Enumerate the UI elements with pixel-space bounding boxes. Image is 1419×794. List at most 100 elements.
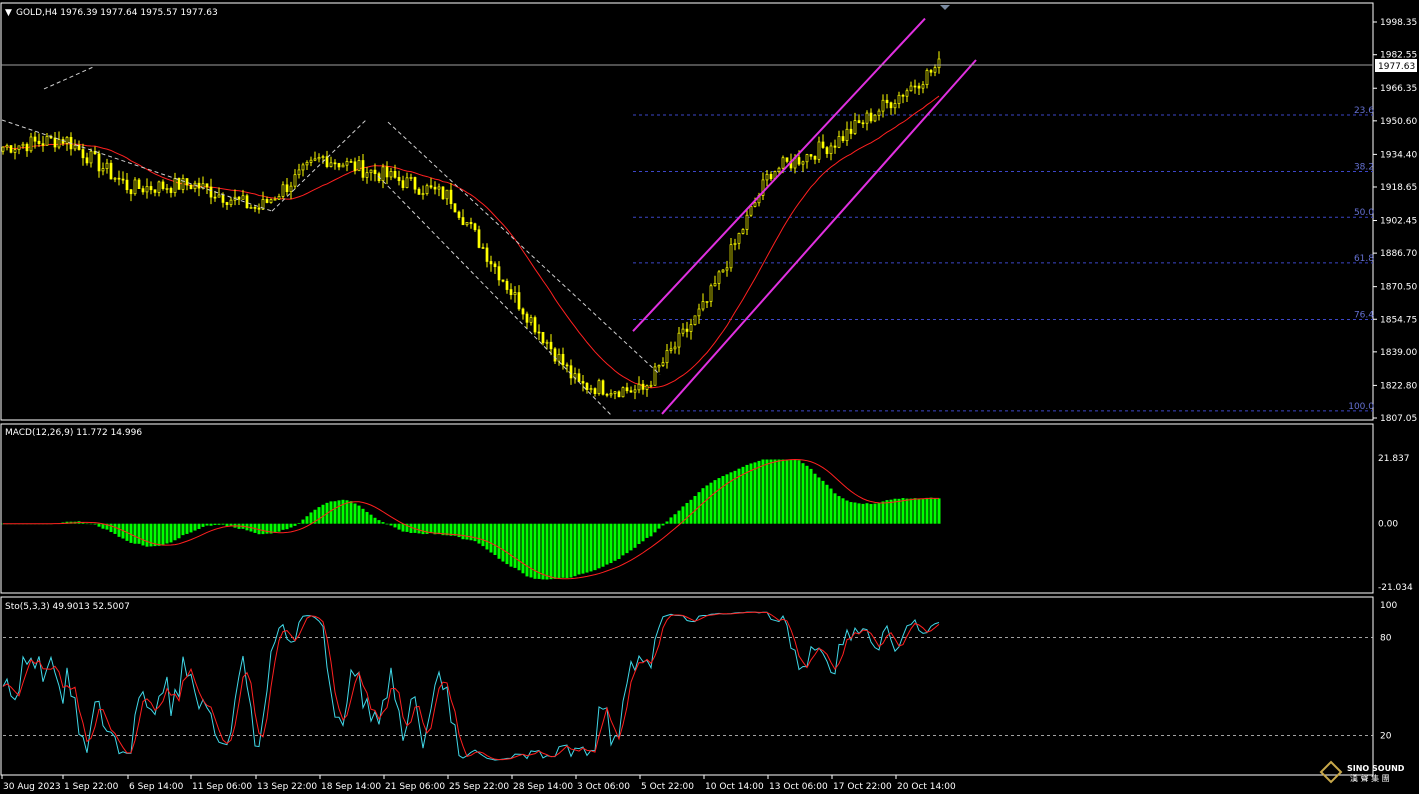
y-tick-label: 1839.00 (1380, 348, 1417, 358)
macd-bar (353, 503, 357, 524)
candle-body (369, 169, 373, 174)
candle-body (481, 247, 485, 249)
macd-bar (641, 523, 645, 542)
macd-bar (785, 459, 789, 524)
collapse-arrow-icon[interactable]: ▼ (5, 8, 12, 18)
macd-bar (493, 523, 497, 555)
macd-bar (877, 502, 881, 524)
candle-body (177, 177, 181, 190)
candle-body (581, 381, 585, 384)
candle-body (17, 145, 21, 151)
candle-body (361, 160, 365, 178)
macd-bar (289, 523, 293, 528)
sto-y-tick-label: 80 (1380, 634, 1392, 644)
macd-bar (601, 523, 605, 567)
candle-body (713, 283, 717, 287)
candle-body (285, 184, 289, 193)
macd-bar (437, 523, 441, 535)
macd-bar (801, 463, 805, 524)
candle-body (897, 94, 901, 104)
macd-bar (93, 523, 97, 525)
macd-bar (585, 523, 589, 573)
macd-bar (913, 498, 917, 524)
x-tick-label: 10 Oct 14:00 (705, 782, 764, 792)
macd-bar (669, 517, 673, 524)
candle-body (565, 364, 569, 367)
macd-bar (225, 523, 229, 527)
macd-bar (305, 516, 309, 524)
candle-body (901, 94, 905, 97)
candle-body (301, 164, 305, 171)
y-tick-label: 1886.70 (1380, 249, 1417, 259)
candle-body (409, 177, 413, 179)
macd-bar (745, 464, 749, 524)
macd-bar (469, 523, 473, 541)
macd-bar (857, 503, 861, 524)
candle-body (621, 387, 625, 398)
macd-histogram (1, 459, 941, 580)
candle-body (245, 195, 249, 209)
candle-body (333, 162, 337, 165)
candle-body (589, 388, 593, 391)
candle-body (577, 373, 581, 382)
macd-bar (165, 523, 169, 544)
x-tick-label: 11 Sep 06:00 (192, 782, 252, 792)
macd-bar (553, 523, 557, 579)
macd-bar (521, 523, 525, 574)
candle-body (13, 149, 17, 153)
candle-body (925, 70, 929, 86)
macd-bar (861, 503, 865, 524)
candle-body (173, 177, 177, 193)
fib-level-label: 50.0 (1354, 208, 1374, 218)
candle-body (193, 182, 197, 190)
candle-body (837, 136, 841, 148)
macd-bar (809, 468, 813, 524)
candle-body (593, 388, 597, 394)
macd-bar (765, 459, 769, 524)
candle-body (537, 331, 541, 334)
current-price-label: 1977.63 (1378, 62, 1415, 72)
macd-bar (145, 523, 149, 547)
candle-body (205, 183, 209, 188)
candle-body (41, 143, 45, 146)
chart-canvas: 23.638.250.061.876.4100.0 1998.351982.55… (0, 2, 1417, 792)
candle-body (349, 161, 353, 163)
candle-body (833, 145, 837, 148)
candle-body (353, 161, 357, 172)
candle-body (853, 120, 857, 134)
macd-bar (889, 499, 893, 524)
candle-body (697, 308, 701, 317)
macd-bar (417, 523, 421, 534)
macd-bar (461, 523, 465, 540)
x-tick-label: 30 Aug 2023 (3, 782, 61, 792)
candle-body (681, 328, 685, 334)
candle-body (597, 380, 601, 394)
macd-bar (849, 502, 853, 524)
candle-body (561, 353, 565, 366)
macd-bar (653, 523, 657, 533)
macd-bar (389, 523, 393, 526)
macd-header: MACD(12,26,9) 11.772 14.996 (5, 428, 142, 438)
macd-bar (153, 523, 157, 547)
macd-bar (373, 517, 377, 524)
macd-bar (141, 523, 145, 546)
x-tick-label: 3 Oct 06:00 (577, 782, 630, 792)
candle-body (305, 161, 309, 166)
y-tick-label: 1902.45 (1380, 217, 1417, 227)
fibonacci-levels: 23.6 38.2 50.0 61.8 76.4 100.0 (633, 106, 1374, 412)
x-tick-label: 18 Sep 14:00 (321, 782, 381, 792)
macd-bar (721, 476, 725, 524)
macd-bar (901, 498, 905, 524)
macd-bar (173, 523, 177, 541)
watermark-line1: SINO SOUND (1347, 764, 1405, 773)
candle-body (665, 350, 669, 364)
macd-bar (709, 482, 713, 524)
candle-body (189, 184, 193, 190)
macd-bar (501, 523, 505, 562)
channel-lower-line (661, 59, 977, 415)
candle-body (685, 328, 689, 332)
macd-bar (625, 523, 629, 554)
macd-bar (629, 523, 633, 551)
macd-bar (89, 523, 93, 525)
candle-body (37, 140, 41, 145)
